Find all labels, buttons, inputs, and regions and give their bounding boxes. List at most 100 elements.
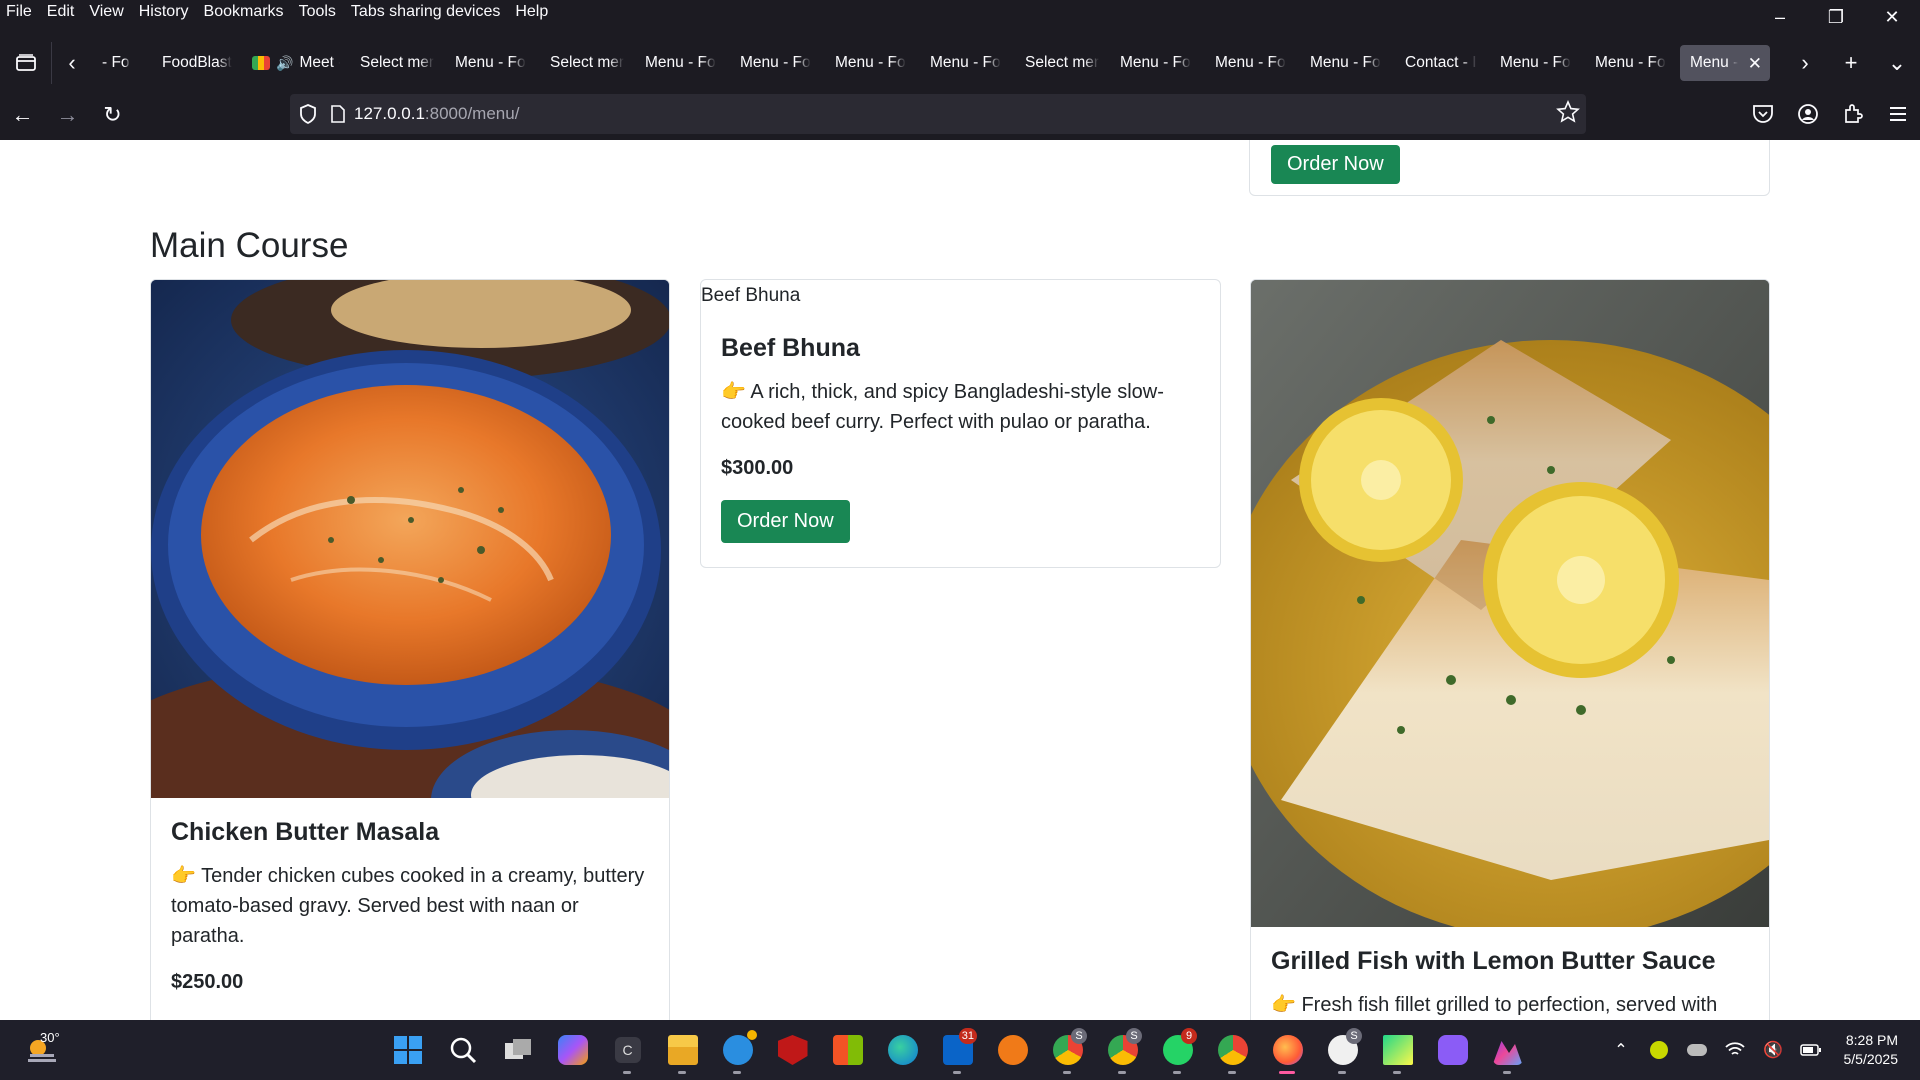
menu-bookmarks[interactable]: Bookmarks [204,3,284,21]
close-window-icon[interactable]: ✕ [1864,0,1920,34]
shield-icon[interactable] [290,104,326,124]
address-bar[interactable]: 127.0.0.1:8000/menu/ [290,94,1586,134]
tab[interactable]: Menu - Fo [1300,45,1395,81]
tab[interactable]: Menu - Fo [1110,45,1205,81]
url-host: 127.0.0.1 [354,104,425,123]
tab[interactable]: Menu - Fo [1490,45,1585,81]
minimize-icon[interactable]: – [1752,0,1808,34]
whatsapp-icon[interactable]: 9 [1150,1020,1205,1080]
firefox-icon[interactable] [1260,1020,1315,1080]
windows-start-icon[interactable] [380,1020,435,1080]
tab-label: Select mer [550,54,625,71]
menu-history[interactable]: History [139,3,189,21]
close-tab-icon[interactable]: ✕ [1748,54,1762,74]
tab-list-icon[interactable] [0,42,52,84]
tab[interactable]: Menu - Fo [825,45,920,81]
extensions-icon[interactable] [1830,94,1875,134]
menu-help[interactable]: Help [515,3,548,21]
new-tab-icon[interactable]: + [1828,42,1874,84]
onedrive-icon[interactable] [1678,1044,1716,1056]
menu-view[interactable]: View [89,3,123,21]
vpn-app-icon[interactable] [1425,1020,1480,1080]
menu-tabs-sharing-devices[interactable]: Tabs sharing devices [351,3,500,21]
tab[interactable]: Menu - Fo [445,45,540,81]
order-now-button[interactable]: Order Now [1271,145,1400,184]
card-title: Beef Bhuna [721,334,860,362]
terminal-icon[interactable]: C [600,1020,655,1080]
clock[interactable]: 8:28 PM 5/5/2025 [1830,1031,1920,1069]
menu-edit[interactable]: Edit [47,3,75,21]
arc-app-icon[interactable] [1480,1020,1535,1080]
tab-label: Menu - Fo [455,54,526,71]
tab[interactable]: Menu - Fo [1585,45,1680,81]
reload-icon[interactable]: ↻ [90,95,135,135]
tab-label: - Fo [102,54,130,71]
tab-label: Menu - Fo [740,54,811,71]
back-icon[interactable]: ← [0,95,45,135]
order-now-button[interactable]: Order Now [721,500,850,543]
nav-bar: ← → ↻ 127.0.0.1:8000/menu/ [0,94,1920,136]
github-icon[interactable]: S [1315,1020,1370,1080]
store-icon[interactable] [820,1020,875,1080]
task-view-icon[interactable] [490,1020,545,1080]
tray-app-icon[interactable] [1640,1041,1678,1059]
app-menu-icon[interactable] [1875,94,1920,134]
page-icon[interactable] [326,105,350,123]
edge-icon[interactable] [875,1020,930,1080]
menu-card-grilled-fish: Grilled Fish with Lemon Butter Sauce 👉 F… [1250,279,1770,1020]
profile-badge: S [1126,1028,1142,1044]
pocket-icon[interactable] [1740,94,1785,134]
tab-scroll-right-icon[interactable]: › [1782,42,1828,84]
wifi-icon[interactable] [1716,1042,1754,1058]
taskbar: 30° C 31 S S 9 S ⌃ 🔇 8:28 PM 5/5/2025 [0,1020,1920,1080]
menu-file[interactable]: File [6,3,32,21]
copilot-icon[interactable] [545,1020,600,1080]
search-icon[interactable] [435,1020,490,1080]
battery-icon[interactable] [1792,1044,1830,1056]
tab[interactable]: Contact - I [1395,45,1490,81]
tab[interactable]: Menu - Fo [635,45,730,81]
volume-muted-icon[interactable]: 🔇 [1754,1040,1792,1060]
bookmark-star-icon[interactable] [1556,100,1580,129]
tab[interactable]: Select mer [540,45,635,81]
menu-card-chicken-butter-masala: Chicken Butter Masala 👉 Tender chicken c… [150,279,670,1020]
forward-icon[interactable]: → [45,95,90,135]
mail-icon[interactable]: 31 [930,1020,985,1080]
list-all-tabs-icon[interactable]: ⌄ [1874,42,1920,84]
tab[interactable]: FoodBlast [152,45,242,81]
window-controls: – ❐ ✕ [1752,0,1920,34]
office-app-icon[interactable] [985,1020,1040,1080]
menu-card-beef-bhuna: Beef Bhuna Beef Bhuna 👉 A rich, thick, a… [700,279,1221,568]
clock-time: 8:28 PM [1845,1032,1898,1048]
tab-list: - Fo FoodBlast 🔊 Meet - Select mer Menu -… [92,42,1770,84]
tab-label: Select mer [1025,54,1100,71]
tab[interactable]: Select mer [350,45,445,81]
google-meet-icon [252,56,270,70]
card-description: 👉 Fresh fish fillet grilled to perfectio… [1271,994,1718,1016]
menu-card-partial: Order Now [1249,140,1770,196]
menu-tools[interactable]: Tools [299,3,336,21]
show-hidden-icons-icon[interactable]: ⌃ [1602,1040,1640,1060]
pycharm-icon[interactable] [1370,1020,1425,1080]
help-app-icon[interactable] [710,1020,765,1080]
tab-label: FoodBlast [162,54,232,71]
tab[interactable]: Menu - Fo [1205,45,1300,81]
chrome-icon[interactable] [1205,1020,1260,1080]
grilled-fish-image [1251,280,1769,927]
tab[interactable]: 🔊 Meet - [242,45,350,81]
chrome-icon[interactable]: S [1095,1020,1150,1080]
mcafee-icon[interactable] [765,1020,820,1080]
tab-active[interactable]: Menu - ✕ [1680,45,1770,81]
tab-scroll-left-icon[interactable]: ‹ [52,42,92,84]
tab[interactable]: Select mer [1015,45,1110,81]
chrome-icon[interactable]: S [1040,1020,1095,1080]
file-explorer-icon[interactable] [655,1020,710,1080]
tab[interactable]: Menu - Fo [920,45,1015,81]
tab[interactable]: Menu - Fo [730,45,825,81]
restore-icon[interactable]: ❐ [1808,0,1864,34]
card-description: 👉 A rich, thick, and spicy Bangladeshi-s… [721,381,1164,433]
tab[interactable]: - Fo [92,45,152,81]
account-icon[interactable] [1785,94,1830,134]
speaker-icon[interactable]: 🔊 [276,55,293,72]
tab-label: Menu - [1690,54,1739,71]
